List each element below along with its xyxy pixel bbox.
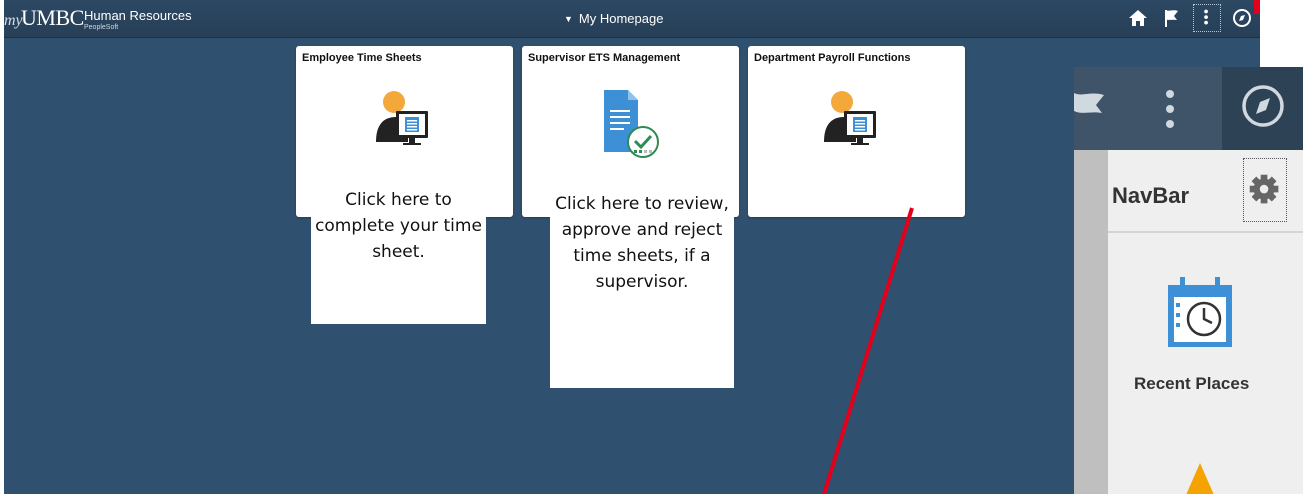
recent-places-icon[interactable] (1166, 275, 1234, 351)
logo-umbc-text: UMBC (21, 5, 84, 30)
annotation-marker (1254, 0, 1260, 14)
recent-places-label: Recent Places (1134, 374, 1250, 393)
navbar-divider (1108, 231, 1303, 233)
tile-title: Department Payroll Functions (754, 52, 911, 64)
compass-icon[interactable] (1230, 6, 1254, 30)
callout-employee-timesheet: Click here to complete your time sheet. (311, 185, 486, 324)
favorites-star-icon[interactable] (1172, 461, 1228, 494)
gear-icon (1249, 174, 1279, 204)
tile-department-payroll-functions[interactable]: Department Payroll Functions (748, 46, 965, 217)
logo-title: Human Resources (84, 8, 192, 23)
employee-timesheet-icon (370, 90, 434, 160)
flag-icon[interactable] (1074, 87, 1110, 127)
more-vertical-icon[interactable] (1160, 85, 1180, 135)
navbar-zoom-panel: NavBar Recent Places (1074, 67, 1303, 494)
homepage-selector[interactable]: ▼ My Homepage (564, 11, 663, 26)
logo-subtitle: PeopleSoft (84, 24, 119, 31)
flag-icon[interactable] (1160, 6, 1184, 30)
compass-icon[interactable] (1240, 83, 1286, 129)
page-title: My Homepage (578, 11, 664, 26)
approval-document-icon (598, 90, 662, 160)
top-banner: my UMBC Human Resources PeopleSoft ▼ My H… (4, 0, 1260, 38)
tile-title: Employee Time Sheets (302, 52, 422, 64)
navbar-title: NavBar (1112, 183, 1190, 208)
actions-menu-button[interactable] (1193, 4, 1221, 32)
payroll-icon (816, 90, 880, 160)
navbar-left-gutter (1074, 150, 1108, 494)
tile-title: Supervisor ETS Management (528, 52, 681, 64)
home-icon[interactable] (1126, 6, 1150, 30)
logo-my-text: my (4, 12, 23, 29)
caret-down-icon: ▼ (564, 14, 573, 24)
more-vertical-icon (1204, 9, 1208, 25)
callout-supervisor: Click here to review, approve and reject… (550, 189, 734, 388)
navbar-settings-button[interactable] (1243, 158, 1287, 222)
